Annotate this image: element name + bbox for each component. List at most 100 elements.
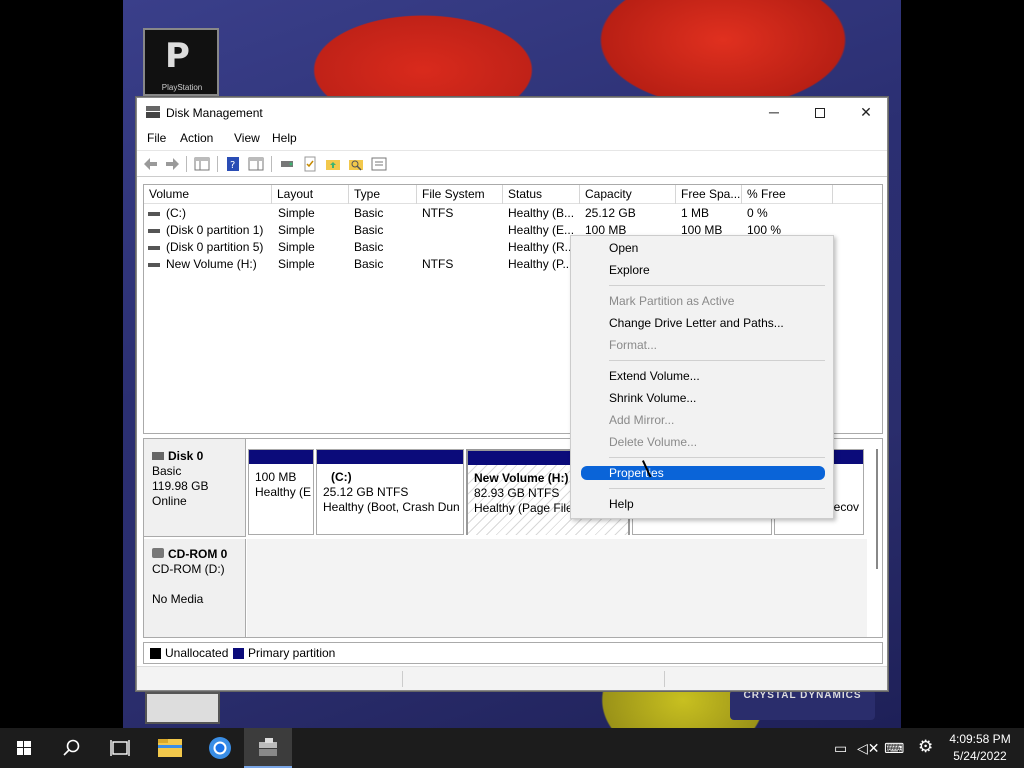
column-header-file-system[interactable]: File System bbox=[417, 185, 503, 204]
taskbar: ▭ ◁✕ ⌨ ⚙ 4:09:58 PM 5/24/2022 bbox=[0, 728, 1024, 768]
menu-separator bbox=[609, 360, 825, 361]
wallpaper-decoration bbox=[145, 692, 220, 724]
primary-partition-swatch bbox=[233, 648, 244, 659]
status-cell: Healthy (R... bbox=[508, 240, 575, 254]
show-action-pane-icon[interactable] bbox=[248, 156, 264, 172]
cdrom-0-label[interactable]: CD-ROM 0 CD-ROM (D:) No Media bbox=[144, 539, 246, 637]
checklist-icon[interactable] bbox=[302, 156, 318, 172]
toolbar-separator bbox=[186, 156, 187, 172]
partition-c[interactable]: (C:) 25.12 GB NTFS Healthy (Boot, Crash … bbox=[316, 449, 464, 535]
folder-up-icon[interactable] bbox=[325, 156, 341, 172]
type-cell: Basic bbox=[354, 223, 384, 237]
forward-arrow-icon[interactable] bbox=[164, 156, 180, 172]
disk-status: Online bbox=[152, 494, 187, 508]
show-hide-console-tree-icon[interactable] bbox=[194, 156, 210, 172]
type-cell: Basic bbox=[354, 257, 384, 271]
status-bar bbox=[137, 666, 887, 690]
menu-bar: File Action View Help bbox=[137, 128, 887, 150]
legend-primary-partition: Primary partition bbox=[248, 646, 336, 660]
disk-0-label[interactable]: Disk 0 Basic 119.98 GB Online bbox=[144, 439, 246, 537]
column-header-status[interactable]: Status bbox=[503, 185, 580, 204]
volume-muted-icon[interactable]: ◁✕ bbox=[857, 740, 880, 757]
properties-icon[interactable] bbox=[371, 156, 387, 172]
chrome-taskbar-button[interactable] bbox=[196, 728, 244, 768]
search-folder-icon[interactable] bbox=[348, 156, 364, 172]
connect-virtual-disk-icon[interactable] bbox=[279, 156, 295, 172]
menu-item-explore[interactable]: Explore bbox=[609, 263, 650, 277]
minimize-button[interactable]: ─ bbox=[751, 98, 797, 128]
table-row[interactable]: (C:) Simple Basic NTFS Healthy (B... 25.… bbox=[144, 205, 882, 222]
maximize-button[interactable] bbox=[797, 98, 843, 128]
menu-item-delete-volume[interactable]: Delete Volume... bbox=[609, 435, 697, 449]
volume-list-header: Volume Layout Type File System Status Ca… bbox=[144, 185, 882, 204]
playstation-logo: P PlayStation bbox=[143, 28, 219, 96]
column-header-free-space[interactable]: Free Spa... bbox=[676, 185, 742, 204]
clock-date[interactable]: 5/24/2022 bbox=[944, 749, 1016, 763]
drive-icon bbox=[148, 262, 160, 267]
menu-separator bbox=[609, 285, 825, 286]
menu-item-change-drive-letter[interactable]: Change Drive Letter and Paths... bbox=[609, 316, 784, 330]
crystal-dynamics-logo: CRYSTAL DYNAMICS bbox=[730, 690, 875, 720]
partition-efi[interactable]: 100 MB Healthy (E bbox=[248, 449, 314, 535]
cdrom-name: CD-ROM 0 bbox=[168, 547, 228, 561]
disk-management-icon bbox=[146, 106, 160, 118]
title-bar[interactable]: Disk Management ─ ✕ bbox=[137, 98, 887, 128]
menu-file[interactable]: File bbox=[147, 131, 166, 145]
menu-item-properties[interactable]: Properties bbox=[609, 466, 664, 480]
file-system-cell: NTFS bbox=[422, 257, 454, 271]
cdrom-media: No Media bbox=[152, 592, 204, 606]
svg-text:?: ? bbox=[230, 160, 235, 171]
partition-status: Healthy (E bbox=[255, 485, 312, 499]
settings-gear-icon[interactable]: ⚙ bbox=[918, 737, 933, 757]
menu-item-help[interactable]: Help bbox=[609, 497, 634, 511]
menu-item-format[interactable]: Format... bbox=[609, 338, 657, 352]
column-header-capacity[interactable]: Capacity bbox=[580, 185, 676, 204]
network-icon[interactable]: ▭ bbox=[834, 740, 847, 757]
cdrom-drive: CD-ROM (D:) bbox=[152, 562, 225, 576]
legend-unallocated: Unallocated bbox=[165, 646, 229, 660]
drive-icon bbox=[148, 228, 160, 233]
column-header-volume[interactable]: Volume bbox=[144, 185, 272, 204]
task-view-button[interactable] bbox=[96, 728, 144, 768]
menu-item-add-mirror[interactable]: Add Mirror... bbox=[609, 413, 674, 427]
menu-item-mark-partition-active[interactable]: Mark Partition as Active bbox=[609, 294, 734, 308]
menu-help[interactable]: Help bbox=[272, 131, 297, 145]
layout-cell: Simple bbox=[278, 206, 315, 220]
menu-separator bbox=[609, 488, 825, 489]
menu-item-shrink-volume[interactable]: Shrink Volume... bbox=[609, 391, 696, 405]
disk-management-taskbar-button[interactable] bbox=[244, 728, 292, 768]
close-button[interactable]: ✕ bbox=[843, 98, 889, 128]
partition-size: 25.12 GB NTFS bbox=[323, 485, 409, 499]
maximize-icon bbox=[815, 108, 825, 119]
clock-time[interactable]: 4:09:58 PM bbox=[944, 732, 1016, 746]
cdrom-icon bbox=[152, 548, 164, 558]
start-button[interactable] bbox=[0, 728, 48, 768]
drive-icon bbox=[148, 211, 160, 216]
volume-name: (Disk 0 partition 5) bbox=[166, 240, 264, 254]
layout-cell: Simple bbox=[278, 223, 315, 237]
folder-icon bbox=[158, 739, 182, 757]
file-explorer-taskbar-button[interactable] bbox=[146, 728, 194, 768]
help-book-icon[interactable]: ? bbox=[225, 156, 241, 172]
status-separator bbox=[664, 671, 665, 687]
file-system-cell: NTFS bbox=[422, 206, 454, 220]
column-header-percent-free[interactable]: % Free bbox=[742, 185, 833, 204]
window-title: Disk Management bbox=[166, 106, 263, 120]
percent-free-cell: 0 % bbox=[747, 206, 768, 220]
search-button[interactable] bbox=[48, 728, 96, 768]
menu-separator bbox=[609, 457, 825, 458]
disk-name: Disk 0 bbox=[168, 449, 204, 463]
menu-item-extend-volume[interactable]: Extend Volume... bbox=[609, 369, 700, 383]
column-header-type[interactable]: Type bbox=[349, 185, 417, 204]
partition-size: 100 MB bbox=[255, 470, 297, 484]
drive-icon bbox=[148, 245, 160, 250]
vertical-scrollbar[interactable] bbox=[876, 449, 878, 569]
menu-action[interactable]: Action bbox=[180, 131, 213, 145]
column-header-layout[interactable]: Layout bbox=[272, 185, 349, 204]
menu-item-open[interactable]: Open bbox=[609, 241, 638, 255]
context-menu: Open Explore Mark Partition as Active Ch… bbox=[570, 235, 834, 519]
keyboard-icon[interactable]: ⌨ bbox=[884, 740, 904, 757]
status-cell: Healthy (E... bbox=[508, 223, 575, 237]
back-arrow-icon[interactable] bbox=[143, 156, 159, 172]
menu-view[interactable]: View bbox=[234, 131, 260, 145]
